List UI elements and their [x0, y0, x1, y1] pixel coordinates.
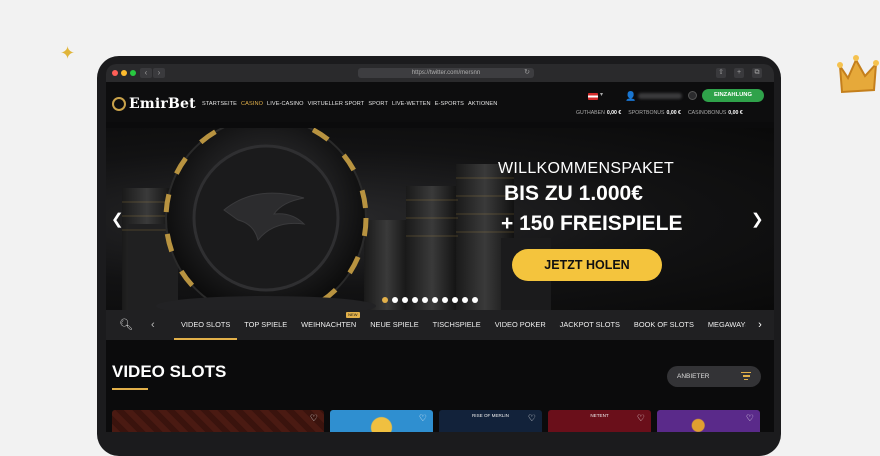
carousel-dot[interactable] — [392, 297, 398, 303]
chevron-right-icon[interactable]: › — [746, 310, 774, 340]
user-icon[interactable]: 👤 — [625, 91, 636, 102]
carousel-dot[interactable] — [442, 297, 448, 303]
username-blurred[interactable] — [638, 93, 682, 99]
game-tile[interactable]: NETENT ♡ — [548, 410, 651, 432]
category-tabs: VIDEO SLOTS TOP SPIELE WEIHNACHTEN NEW NE… — [174, 310, 774, 340]
carousel-dot[interactable] — [402, 297, 408, 303]
share-icon[interactable]: ⇧ — [716, 68, 726, 78]
nav-item-aktionen[interactable]: AKTIONEN — [468, 101, 497, 107]
filter-icon — [741, 372, 751, 382]
carousel-dot[interactable] — [472, 297, 478, 303]
carousel-dot[interactable] — [422, 297, 428, 303]
game-provider: NETENT — [590, 413, 609, 418]
close-window-button[interactable] — [112, 70, 118, 76]
logo-emblem-icon — [112, 97, 126, 111]
site-header: EmirBet STARTSEITE CASINO LIVE-CASINO VI… — [106, 82, 774, 122]
browser-toolbar: ‹ › https://twitter.com/mersnn ↻ ⇧ + ⧉ — [106, 64, 774, 82]
chevron-left-icon[interactable]: ❮ — [111, 210, 124, 228]
balance-casinobonus: CASINOBONUS 0,00 € — [687, 110, 743, 116]
tabs-icon[interactable]: ⧉ — [752, 68, 762, 78]
category-bar: 🔍︎ ‹ VIDEO SLOTS TOP SPIELE WEIHNACHTEN N… — [106, 310, 774, 340]
nav-item-startseite[interactable]: STARTSEITE — [202, 101, 237, 107]
crown-icon — [837, 55, 879, 94]
search-icon[interactable]: 🔍︎ — [113, 316, 139, 334]
main-nav: STARTSEITE CASINO LIVE-CASINO VIRTUELLER… — [202, 101, 497, 107]
nav-item-sport[interactable]: SPORT — [368, 101, 388, 107]
balance-guthaben: GUTHABEN 0,00 € — [576, 110, 622, 116]
address-bar[interactable]: https://twitter.com/mersnn ↻ — [358, 68, 534, 78]
tab-video-poker[interactable]: VIDEO POKER — [488, 310, 553, 340]
favorite-heart-icon[interactable]: ♡ — [419, 414, 427, 423]
balances: GUTHABEN 0,00 € SPORTBONUS 0,00 € CASINOBO… — [576, 110, 743, 116]
game-grid: ♡ ♡ RISE OF MERLIN ♡ NETENT ♡ ♡ — [112, 410, 760, 432]
back-button[interactable]: ‹ — [140, 68, 152, 78]
nav-item-virtueller-sport[interactable]: VIRTUELLER SPORT — [308, 101, 365, 107]
carousel-dot[interactable] — [452, 297, 458, 303]
tab-video-slots[interactable]: VIDEO SLOTS — [174, 310, 237, 340]
screen: ‹ › https://twitter.com/mersnn ↻ ⇧ + ⧉ E… — [106, 64, 774, 432]
minimize-window-button[interactable] — [121, 70, 127, 76]
nav-item-live-casino[interactable]: LIVE-CASINO — [267, 101, 304, 107]
tab-weihnachten[interactable]: WEIHNACHTEN NEW — [294, 310, 363, 340]
tab-jackpot-slots[interactable]: JACKPOT SLOTS — [553, 310, 627, 340]
favorite-heart-icon[interactable]: ♡ — [746, 414, 754, 423]
deposit-button[interactable]: EINZAHLUNG — [702, 89, 764, 102]
title-underline — [112, 388, 148, 390]
maximize-window-button[interactable] — [130, 70, 136, 76]
nav-item-live-wetten[interactable]: LIVE-WETTEN — [392, 101, 431, 107]
language-flag-icon[interactable] — [588, 93, 598, 100]
hero-banner[interactable]: ❮ ❯ WILLKOMMENSPAKET BIS ZU 1.000€ + 150… — [106, 128, 774, 310]
promo-headline: WILLKOMMENSPAKET — [498, 160, 675, 177]
new-tab-icon[interactable]: + — [734, 68, 744, 78]
game-tile[interactable]: ♡ — [657, 410, 760, 432]
reload-icon[interactable]: ↻ — [524, 68, 530, 78]
tab-label: WEIHNACHTEN — [301, 320, 357, 329]
chevron-right-icon[interactable]: ❯ — [751, 210, 764, 228]
tab-book-of-slots[interactable]: BOOK OF SLOTS — [627, 310, 701, 340]
logo[interactable]: EmirBet — [112, 96, 196, 112]
forward-button[interactable]: › — [153, 68, 165, 78]
nav-item-casino[interactable]: CASINO — [241, 101, 263, 107]
provider-filter[interactable]: ANBIETER — [667, 366, 761, 387]
sparkle-icon: ✦ — [60, 43, 76, 63]
carousel-dot[interactable] — [462, 297, 468, 303]
jetzt-holen-button[interactable]: JETZT HOLEN — [512, 249, 662, 281]
chevron-left-icon[interactable]: ‹ — [151, 316, 155, 334]
balance-sportbonus: SPORTBONUS 0,00 € — [628, 110, 681, 116]
carousel-dot[interactable] — [432, 297, 438, 303]
tab-top-spiele[interactable]: TOP SPIELE — [237, 310, 294, 340]
game-title: RISE OF MERLIN — [471, 413, 509, 418]
provider-filter-label: ANBIETER — [677, 373, 710, 380]
favorite-heart-icon[interactable]: ♡ — [528, 414, 536, 423]
carousel-dots — [382, 297, 478, 303]
tab-tischspiele[interactable]: TISCHSPIELE — [426, 310, 488, 340]
favorite-heart-icon[interactable]: ♡ — [637, 414, 645, 423]
carousel-dot[interactable] — [382, 297, 388, 303]
logo-text: EmirBet — [129, 96, 196, 112]
game-tile[interactable]: RISE OF MERLIN ♡ — [439, 410, 542, 432]
nav-item-e-sports[interactable]: E-SPORTS — [435, 101, 464, 107]
chevron-down-icon[interactable]: ▾ — [600, 91, 603, 98]
game-tile[interactable]: ♡ — [330, 410, 433, 432]
promo-freespins: + 150 FREISPIELE — [501, 212, 683, 235]
currency-icon[interactable] — [688, 91, 697, 100]
game-tile[interactable]: ♡ — [112, 410, 324, 432]
tab-neue-spiele[interactable]: NEUE SPIELE — [363, 310, 425, 340]
carousel-dot[interactable] — [412, 297, 418, 303]
url-text: https://twitter.com/mersnn — [411, 70, 481, 76]
new-badge: NEW — [346, 312, 360, 318]
favorite-heart-icon[interactable]: ♡ — [310, 414, 318, 423]
promo-amount: BIS ZU 1.000€ — [504, 182, 643, 205]
section-title: VIDEO SLOTS — [112, 362, 227, 381]
